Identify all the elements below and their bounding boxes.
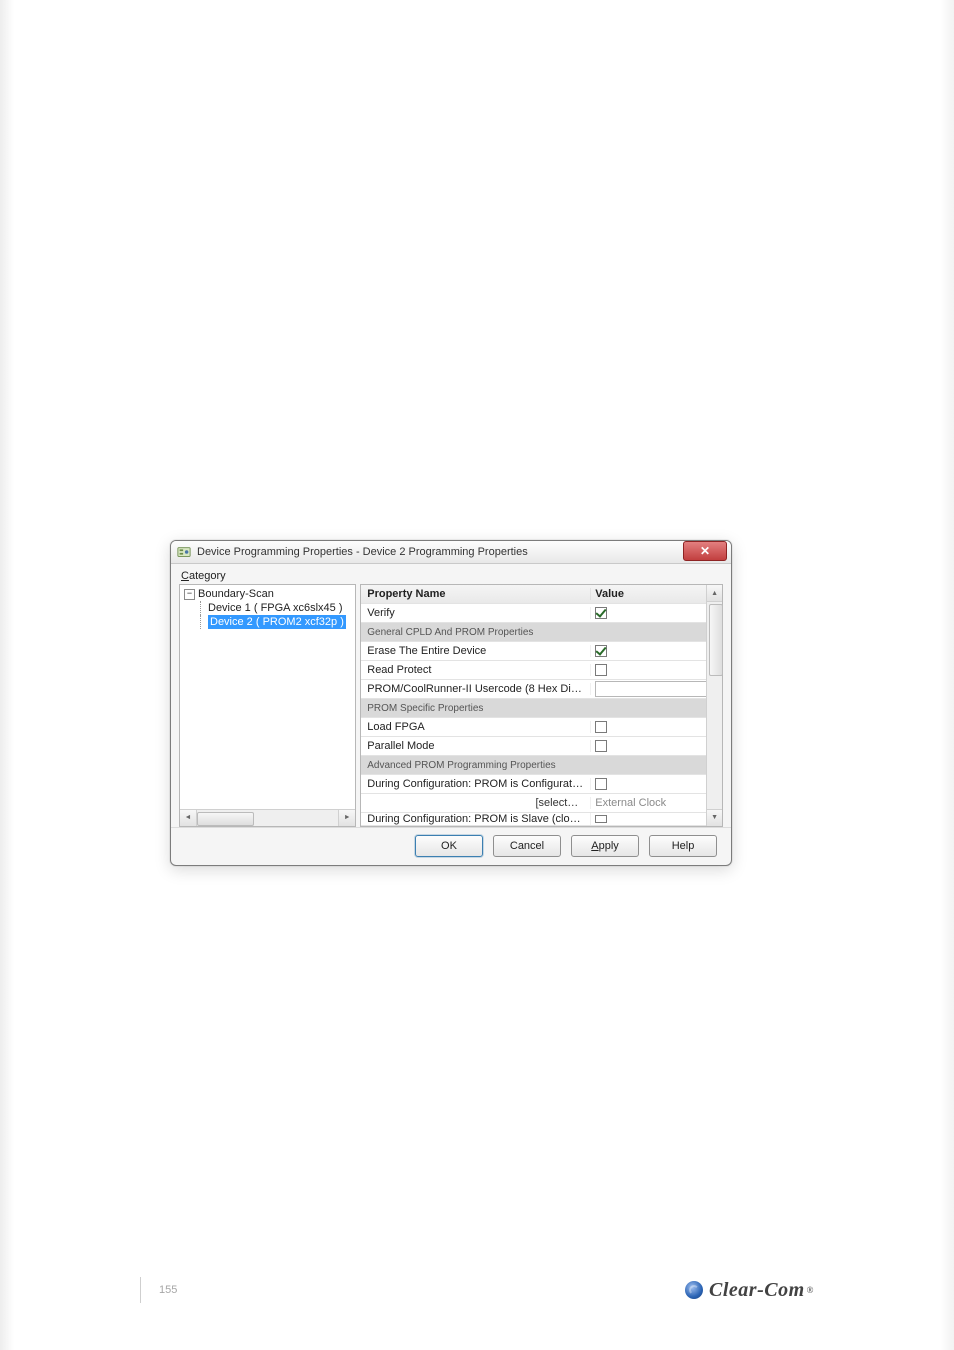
- category-label: Category: [181, 570, 723, 582]
- ok-button[interactable]: OK: [415, 835, 483, 857]
- section-general-cpld-prom: General CPLD And PROM Properties: [361, 623, 706, 642]
- row-verify: Verify: [361, 604, 706, 623]
- close-button[interactable]: ✕: [683, 541, 727, 561]
- prop-name: Read Protect: [361, 664, 591, 676]
- external-clock-value[interactable]: External Clock: [595, 797, 666, 809]
- row-load-fpga: Load FPGA: [361, 718, 706, 737]
- prop-name: During Configuration: PROM is Configurat…: [361, 778, 591, 790]
- cancel-button[interactable]: Cancel: [493, 835, 561, 857]
- brand-badge-icon: [685, 1281, 703, 1299]
- tree-item-label-selected: Device 2 ( PROM2 xcf32p ): [208, 615, 346, 629]
- apply-button[interactable]: Apply: [571, 835, 639, 857]
- page-number: 155: [140, 1277, 177, 1303]
- row-select-clock: [select… External Clock: [361, 794, 706, 813]
- button-label: OK: [441, 840, 457, 852]
- parallel-mode-checkbox[interactable]: [595, 740, 607, 752]
- read-protect-checkbox[interactable]: [595, 664, 607, 676]
- prop-name: PROM/CoolRunner-II Usercode (8 Hex Digit…: [361, 683, 591, 695]
- panes: −Boundary-Scan Device 1 ( FPGA xc6slx45 …: [179, 584, 723, 826]
- row-parallel-mode: Parallel Mode: [361, 737, 706, 756]
- row-during-config-master: During Configuration: PROM is Configurat…: [361, 775, 706, 794]
- button-label: Cancel: [510, 840, 544, 852]
- grid-header: Property Name Value: [361, 585, 706, 604]
- during-config-checkbox[interactable]: [595, 778, 607, 790]
- tree-item-device-1[interactable]: Device 1 ( FPGA xc6slx45 ): [200, 601, 353, 615]
- button-label-accel: A: [591, 840, 598, 852]
- select-label: [select…: [535, 797, 584, 809]
- row-during-config-slave-partial: During Configuration: PROM is Slave (clo…: [361, 813, 706, 825]
- registered-mark: ®: [807, 1285, 814, 1295]
- dialog-body: Category −Boundary-Scan Device 1 ( FPGA …: [171, 564, 731, 826]
- app-icon: [177, 545, 191, 559]
- dialog-button-row: OK Cancel Apply Help: [171, 827, 731, 865]
- prop-name: [select…: [361, 797, 591, 809]
- prop-name: Load FPGA: [361, 721, 591, 733]
- help-button[interactable]: Help: [649, 835, 717, 857]
- row-read-protect: Read Protect: [361, 661, 706, 680]
- dialog-title: Device Programming Properties - Device 2…: [197, 546, 683, 558]
- page-footer: 155 Clear-Com ®: [0, 1270, 954, 1310]
- category-tree-pane: −Boundary-Scan Device 1 ( FPGA xc6slx45 …: [179, 584, 356, 826]
- scroll-thumb[interactable]: [709, 604, 723, 676]
- section-label: Advanced PROM Programming Properties: [361, 760, 706, 771]
- prop-name: Erase The Entire Device: [361, 645, 591, 657]
- tree-root-boundary-scan[interactable]: −Boundary-Scan: [182, 587, 353, 601]
- prop-name: During Configuration: PROM is Slave (clo…: [361, 813, 591, 825]
- prop-name: Parallel Mode: [361, 740, 591, 752]
- verify-checkbox[interactable]: [595, 607, 607, 619]
- scroll-up-arrow-icon[interactable]: ▲: [707, 585, 722, 602]
- titlebar: Device Programming Properties - Device 2…: [171, 541, 731, 564]
- grid-rows: Property Name Value Verify General CPLD …: [361, 585, 706, 825]
- grid-vertical-scrollbar[interactable]: ▲ ▼: [706, 585, 722, 825]
- row-usercode: PROM/CoolRunner-II Usercode (8 Hex Digit…: [361, 680, 706, 699]
- section-label: PROM Specific Properties: [361, 703, 706, 714]
- category-tree[interactable]: −Boundary-Scan Device 1 ( FPGA xc6slx45 …: [180, 585, 355, 808]
- scroll-left-arrow-icon[interactable]: ◄: [180, 810, 197, 826]
- section-label: General CPLD And PROM Properties: [361, 627, 706, 638]
- section-advanced-prom: Advanced PROM Programming Properties: [361, 756, 706, 775]
- erase-checkbox[interactable]: [595, 645, 607, 657]
- row-erase-device: Erase The Entire Device: [361, 642, 706, 661]
- programming-properties-dialog: Device Programming Properties - Device 2…: [170, 540, 732, 866]
- property-grid: Property Name Value Verify General CPLD …: [360, 584, 723, 826]
- scroll-track[interactable]: [197, 810, 338, 826]
- scroll-right-arrow-icon[interactable]: ►: [338, 810, 355, 826]
- tree-collapse-toggle[interactable]: −: [184, 589, 195, 600]
- button-label-rest: pply: [599, 840, 619, 852]
- grid-header-value[interactable]: Value: [591, 588, 706, 600]
- brand-logo: Clear-Com ®: [685, 1279, 814, 1302]
- load-fpga-checkbox[interactable]: [595, 721, 607, 733]
- grid-header-name[interactable]: Property Name: [361, 588, 591, 600]
- tree-root-label: Boundary-Scan: [198, 588, 274, 600]
- grid-content-wrap: Property Name Value Verify General CPLD …: [361, 585, 722, 825]
- tree-horizontal-scrollbar[interactable]: ◄ ►: [180, 809, 355, 826]
- slave-clock-checkbox[interactable]: [595, 815, 607, 823]
- tree-item-label: Device 1 ( FPGA xc6slx45 ): [208, 602, 343, 614]
- tree-item-device-2[interactable]: Device 2 ( PROM2 xcf32p ): [200, 615, 353, 629]
- button-label: Help: [672, 840, 695, 852]
- scroll-thumb[interactable]: [197, 812, 254, 826]
- scroll-down-arrow-icon[interactable]: ▼: [707, 809, 722, 826]
- scroll-track[interactable]: [707, 602, 722, 808]
- brand-text: Clear-Com: [709, 1279, 805, 1302]
- section-prom-specific: PROM Specific Properties: [361, 699, 706, 718]
- prop-name: Verify: [361, 607, 591, 619]
- close-icon: ✕: [700, 544, 710, 558]
- usercode-input[interactable]: [595, 681, 706, 697]
